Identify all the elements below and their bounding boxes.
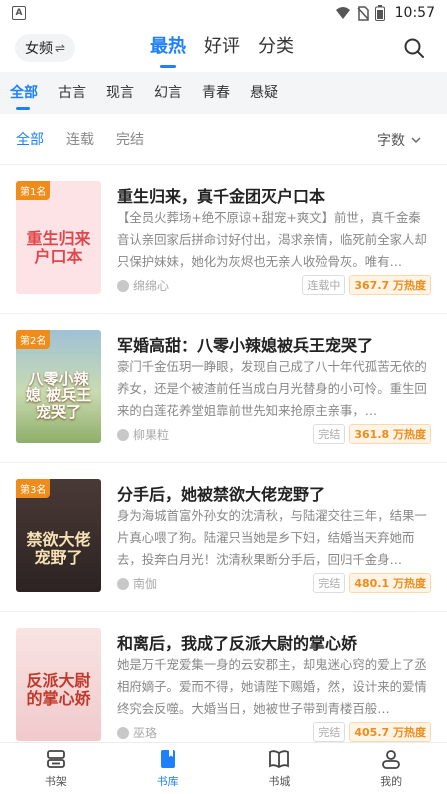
book-description: 豪门千金伍玥一睁眼，发现自己成了八十年代孤苦无依的养女，还是个被渣前任当成白月光…	[117, 359, 427, 418]
status-filter: 全部 连载 完结 字数	[0, 114, 447, 164]
book-tags: 完结 480.1 万热度	[313, 573, 431, 593]
book-description: 身为海城首富外孙女的沈清秋，与陆濯交往三年，结果一片真心喂了狗。陆濯只当她是乡下…	[117, 508, 427, 567]
nav-label: 我的	[380, 775, 403, 788]
heat-badge: 480.1 万热度	[349, 573, 431, 593]
bottom-nav: 书架 书库 书城 我的	[0, 742, 447, 794]
author-name: 柳果粒	[133, 428, 170, 442]
book-item[interactable]: 反派大尉 的掌心娇 和离后，我成了反派大尉的掌心娇 她是万千宠爱集一身的云安郡主…	[0, 612, 447, 761]
rank-badge: 第1名	[16, 181, 51, 200]
book-cover: 反派大尉 的掌心娇	[16, 628, 101, 741]
book-cover: 第3名 禁欲大佬 宠野了	[16, 479, 101, 592]
author-icon	[117, 279, 129, 292]
nav-profile[interactable]: 我的	[335, 743, 447, 794]
genre-tab-youth[interactable]: 青春	[195, 72, 237, 114]
clock: 10:57	[394, 5, 435, 21]
bookshelf-icon	[46, 750, 65, 768]
nav-bookshelf[interactable]: 书架	[0, 743, 112, 794]
battery-icon	[374, 5, 385, 21]
author-icon	[117, 428, 129, 441]
nav-library[interactable]: 书库	[112, 743, 224, 794]
book-title: 分手后，她被禁欲大佬宠野了	[117, 485, 326, 504]
author-name: 南伽	[133, 577, 158, 591]
rank-badge: 第3名	[16, 479, 51, 498]
book-item[interactable]: 第1名 重生归来 户口本 重生归来，真千金团灭户口本 【全员火葬场+绝不原谅+甜…	[0, 165, 447, 314]
genre-tab-all[interactable]: 全部	[10, 72, 45, 114]
profile-icon	[382, 750, 401, 769]
bookstore-icon	[269, 750, 290, 769]
genre-tabs: 全部 古言 现言 幻言 青春 悬疑	[0, 72, 447, 114]
book-list: 第1名 重生归来 户口本 重生归来，真千金团灭户口本 【全员火葬场+绝不原谅+甜…	[0, 165, 447, 761]
cover-art: 反派大尉 的掌心娇	[26, 670, 91, 708]
status-badge: 完结	[313, 573, 346, 593]
gender-label: 女频	[25, 41, 53, 57]
app-notification-icon: A	[12, 6, 26, 20]
book-author: 巫珞	[117, 724, 157, 741]
author-name: 巫珞	[133, 726, 158, 740]
book-item[interactable]: 第3名 禁欲大佬 宠野了 分手后，她被禁欲大佬宠野了 身为海城首富外孙女的沈清秋…	[0, 463, 447, 612]
book-tags: 完结 361.8 万热度	[313, 424, 431, 444]
rank-badge: 第2名	[16, 330, 51, 349]
book-title: 军婚高甜：八零小辣媳被兵王宠哭了	[117, 336, 374, 355]
book-title: 重生归来，真千金团灭户口本	[117, 187, 326, 206]
book-tags: 连载中 367.7 万热度	[302, 275, 431, 295]
book-cover: 第1名 重生归来 户口本	[16, 181, 101, 294]
status-badge: 完结	[313, 424, 346, 444]
sort-label: 字数	[377, 133, 405, 149]
tab-top-rated[interactable]: 好评	[204, 32, 240, 62]
author-icon	[117, 577, 129, 590]
book-description: 【全员火葬场+绝不原谅+甜宠+爽文】前世，真千金秦音认亲回家后拼命讨好付出，渴求…	[117, 210, 427, 269]
filter-all[interactable]: 全部	[16, 129, 44, 149]
sort-dropdown[interactable]: 字数	[377, 130, 421, 150]
book-item[interactable]: 第2名 八零小辣媳 被兵王宠哭了 军婚高甜：八零小辣媳被兵王宠哭了 豪门千金伍玥…	[0, 314, 447, 463]
book-title: 和离后，我成了反派大尉的掌心娇	[117, 634, 358, 653]
heat-badge: 405.7 万热度	[349, 722, 431, 742]
header: 女频 ⇌ 最热 好评 分类	[0, 26, 447, 72]
status-badge: 连载中	[302, 275, 346, 295]
status-bar: A 10:57	[0, 0, 447, 26]
book-description: 她是万千宠爱集一身的云安郡主，却鬼迷心窍的爱上了丞相府嫡子。爱而不得，她请陛下赐…	[117, 657, 427, 716]
book-tags: 完结 405.7 万热度	[313, 722, 431, 742]
tab-categories[interactable]: 分类	[258, 32, 294, 62]
status-badge: 完结	[313, 722, 346, 742]
heat-badge: 361.8 万热度	[349, 424, 431, 444]
no-sim-icon	[357, 5, 369, 21]
library-icon	[160, 750, 175, 768]
nav-label: 书架	[44, 775, 67, 788]
filter-serializing[interactable]: 连载	[66, 129, 94, 149]
search-icon[interactable]	[403, 37, 425, 59]
gender-switch-button[interactable]: 女频 ⇌	[15, 34, 76, 62]
switch-arrows-icon: ⇌	[55, 41, 66, 55]
nav-label: 书城	[268, 775, 291, 788]
chevron-down-icon	[411, 137, 421, 143]
main-tabs: 最热 好评 分类	[150, 32, 294, 62]
nav-label: 书库	[156, 775, 179, 788]
wifi-icon	[335, 7, 350, 19]
tab-hottest[interactable]: 最热	[150, 32, 186, 62]
nav-bookstore[interactable]: 书城	[224, 743, 336, 794]
genre-tab-fantasy[interactable]: 幻言	[147, 72, 189, 114]
genre-tab-ancient[interactable]: 古言	[51, 72, 93, 114]
book-author: 柳果粒	[117, 426, 169, 443]
filter-completed[interactable]: 完结	[116, 129, 144, 149]
book-cover: 第2名 八零小辣媳 被兵王宠哭了	[16, 330, 101, 443]
genre-tab-mystery[interactable]: 悬疑	[243, 72, 285, 114]
author-name: 绵绵心	[133, 279, 170, 293]
heat-badge: 367.7 万热度	[349, 275, 431, 295]
book-author: 绵绵心	[117, 277, 169, 294]
book-author: 南伽	[117, 575, 157, 592]
genre-tab-modern[interactable]: 现言	[99, 72, 141, 114]
author-icon	[117, 726, 129, 739]
